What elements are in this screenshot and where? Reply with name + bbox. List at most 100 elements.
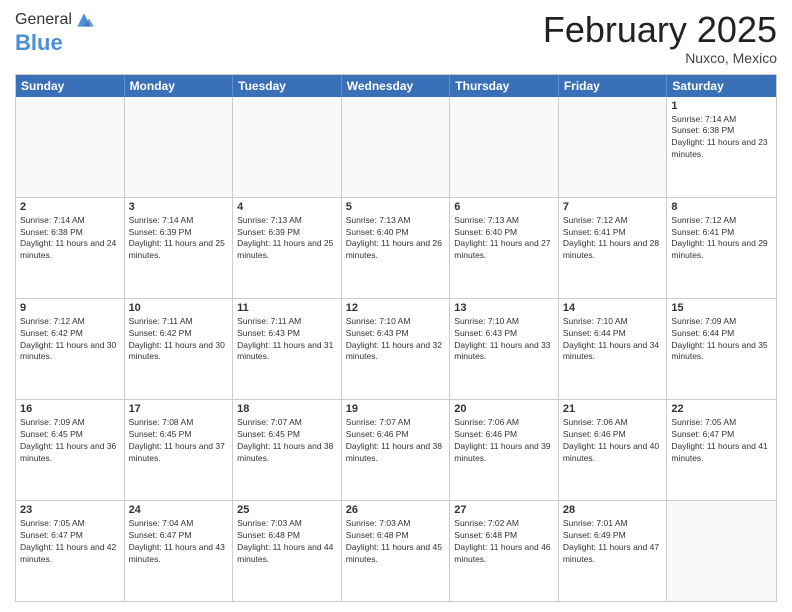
- day-number: 7: [563, 201, 663, 213]
- calendar-cell: 19Sunrise: 7:07 AM Sunset: 6:46 PM Dayli…: [342, 400, 451, 500]
- header: General Blue February 2025 Nuxco, Mexico: [15, 10, 777, 66]
- calendar-cell: 22 Sunrise: 7:05 AM Sunset: 6:47 PM Dayli…: [667, 400, 776, 500]
- day-info: Sunrise: 7:13 AM Sunset: 6:40 PM Dayligh…: [346, 215, 446, 263]
- day-info: Sunrise: 7:05 AM Sunset: 6:47 PM Dayligh…: [20, 518, 120, 566]
- calendar-cell: 2 Sunrise: 7:14 AM Sunset: 6:38 PM Daylig…: [16, 198, 125, 298]
- calendar-cell: [450, 97, 559, 197]
- calendar-cell: 25 Sunrise: 7:03 AM Sunset: 6:48 PM Dayli…: [233, 501, 342, 601]
- weekday-thursday: Thursday: [450, 75, 559, 97]
- calendar-cell: 28Sunrise: 7:01 AM Sunset: 6:49 PM Dayli…: [559, 501, 668, 601]
- day-info: Sunrise: 7:14 AM Sunset: 6:38 PM Dayligh…: [671, 114, 772, 162]
- calendar-cell: 26 Sunrise: 7:03 AM Sunset: 6:48 PM Dayli…: [342, 501, 451, 601]
- day-number: 5: [346, 201, 446, 213]
- day-number: 20: [454, 403, 554, 415]
- calendar-cell: 5 Sunrise: 7:13 AM Sunset: 6:40 PM Daylig…: [342, 198, 451, 298]
- day-number: 27: [454, 504, 554, 516]
- day-number: 24: [129, 504, 229, 516]
- day-number: 22: [671, 403, 772, 415]
- calendar-cell: 11 Sunrise: 7:11 AM Sunset: 6:43 PM Dayli…: [233, 299, 342, 399]
- calendar-row-0: 1 Sunrise: 7:14 AM Sunset: 6:38 PM Daylig…: [16, 97, 776, 197]
- calendar-row-4: 23 Sunrise: 7:05 AM Sunset: 6:47 PM Dayli…: [16, 500, 776, 601]
- day-number: 8: [671, 201, 772, 213]
- weekday-monday: Monday: [125, 75, 234, 97]
- logo: General Blue: [15, 10, 94, 56]
- logo-blue-text: Blue: [15, 30, 63, 55]
- logo-general-text: General: [15, 11, 72, 29]
- weekday-friday: Friday: [559, 75, 668, 97]
- day-info: Sunrise: 7:06 AM Sunset: 6:46 PM Dayligh…: [454, 417, 554, 465]
- calendar-cell: 17 Sunrise: 7:08 AM Sunset: 6:45 PM Dayli…: [125, 400, 234, 500]
- day-number: 4: [237, 201, 337, 213]
- day-info: Sunrise: 7:07 AM Sunset: 6:46 PM Dayligh…: [346, 417, 446, 465]
- title-block: February 2025 Nuxco, Mexico: [543, 10, 777, 66]
- day-info: Sunrise: 7:11 AM Sunset: 6:43 PM Dayligh…: [237, 316, 337, 364]
- day-info: Sunrise: 7:12 AM Sunset: 6:42 PM Dayligh…: [20, 316, 120, 364]
- calendar-cell: 12Sunrise: 7:10 AM Sunset: 6:43 PM Dayli…: [342, 299, 451, 399]
- calendar-cell: 18 Sunrise: 7:07 AM Sunset: 6:45 PM Dayli…: [233, 400, 342, 500]
- calendar-cell: 16Sunrise: 7:09 AM Sunset: 6:45 PM Dayli…: [16, 400, 125, 500]
- day-number: 26: [346, 504, 446, 516]
- day-info: Sunrise: 7:10 AM Sunset: 6:44 PM Dayligh…: [563, 316, 663, 364]
- weekday-sunday: Sunday: [16, 75, 125, 97]
- calendar-body: 1 Sunrise: 7:14 AM Sunset: 6:38 PM Daylig…: [16, 97, 776, 601]
- day-info: Sunrise: 7:13 AM Sunset: 6:40 PM Dayligh…: [454, 215, 554, 263]
- weekday-saturday: Saturday: [667, 75, 776, 97]
- day-info: Sunrise: 7:14 AM Sunset: 6:39 PM Dayligh…: [129, 215, 229, 263]
- day-info: Sunrise: 7:06 AM Sunset: 6:46 PM Dayligh…: [563, 417, 663, 465]
- day-info: Sunrise: 7:03 AM Sunset: 6:48 PM Dayligh…: [346, 518, 446, 566]
- day-number: 16: [20, 403, 120, 415]
- calendar-cell: 1 Sunrise: 7:14 AM Sunset: 6:38 PM Daylig…: [667, 97, 776, 197]
- day-number: 6: [454, 201, 554, 213]
- day-info: Sunrise: 7:07 AM Sunset: 6:45 PM Dayligh…: [237, 417, 337, 465]
- day-info: Sunrise: 7:09 AM Sunset: 6:44 PM Dayligh…: [671, 316, 772, 364]
- calendar-cell: 8 Sunrise: 7:12 AM Sunset: 6:41 PM Daylig…: [667, 198, 776, 298]
- day-info: Sunrise: 7:12 AM Sunset: 6:41 PM Dayligh…: [671, 215, 772, 263]
- calendar-cell: 21 Sunrise: 7:06 AM Sunset: 6:46 PM Dayli…: [559, 400, 668, 500]
- calendar-cell: [667, 501, 776, 601]
- calendar-cell: [559, 97, 668, 197]
- calendar-cell: 7Sunrise: 7:12 AM Sunset: 6:41 PM Daylig…: [559, 198, 668, 298]
- day-info: Sunrise: 7:08 AM Sunset: 6:45 PM Dayligh…: [129, 417, 229, 465]
- calendar-cell: 20 Sunrise: 7:06 AM Sunset: 6:46 PM Dayli…: [450, 400, 559, 500]
- calendar-cell: 27 Sunrise: 7:02 AM Sunset: 6:48 PM Dayli…: [450, 501, 559, 601]
- day-number: 21: [563, 403, 663, 415]
- day-number: 9: [20, 302, 120, 314]
- calendar-cell: 6 Sunrise: 7:13 AM Sunset: 6:40 PM Daylig…: [450, 198, 559, 298]
- day-info: Sunrise: 7:14 AM Sunset: 6:38 PM Dayligh…: [20, 215, 120, 263]
- calendar-cell: 9 Sunrise: 7:12 AM Sunset: 6:42 PM Daylig…: [16, 299, 125, 399]
- day-number: 2: [20, 201, 120, 213]
- month-year: February 2025: [543, 10, 777, 50]
- day-number: 18: [237, 403, 337, 415]
- day-number: 13: [454, 302, 554, 314]
- page: General Blue February 2025 Nuxco, Mexico…: [0, 0, 792, 612]
- location: Nuxco, Mexico: [543, 50, 777, 66]
- day-info: Sunrise: 7:02 AM Sunset: 6:48 PM Dayligh…: [454, 518, 554, 566]
- calendar-cell: 3Sunrise: 7:14 AM Sunset: 6:39 PM Daylig…: [125, 198, 234, 298]
- day-number: 1: [671, 100, 772, 112]
- calendar-cell: 10Sunrise: 7:11 AM Sunset: 6:42 PM Dayli…: [125, 299, 234, 399]
- day-info: Sunrise: 7:10 AM Sunset: 6:43 PM Dayligh…: [346, 316, 446, 364]
- weekday-wednesday: Wednesday: [342, 75, 451, 97]
- calendar-cell: [125, 97, 234, 197]
- calendar-row-2: 9 Sunrise: 7:12 AM Sunset: 6:42 PM Daylig…: [16, 298, 776, 399]
- calendar-cell: [342, 97, 451, 197]
- day-info: Sunrise: 7:05 AM Sunset: 6:47 PM Dayligh…: [671, 417, 772, 465]
- calendar-cell: 15 Sunrise: 7:09 AM Sunset: 6:44 PM Dayli…: [667, 299, 776, 399]
- day-number: 14: [563, 302, 663, 314]
- calendar-cell: 4 Sunrise: 7:13 AM Sunset: 6:39 PM Daylig…: [233, 198, 342, 298]
- day-number: 11: [237, 302, 337, 314]
- day-number: 15: [671, 302, 772, 314]
- logo-icon: [74, 10, 94, 30]
- day-number: 17: [129, 403, 229, 415]
- calendar-row-3: 16Sunrise: 7:09 AM Sunset: 6:45 PM Dayli…: [16, 399, 776, 500]
- calendar-cell: [233, 97, 342, 197]
- day-number: 23: [20, 504, 120, 516]
- day-number: 25: [237, 504, 337, 516]
- day-info: Sunrise: 7:04 AM Sunset: 6:47 PM Dayligh…: [129, 518, 229, 566]
- day-info: Sunrise: 7:13 AM Sunset: 6:39 PM Dayligh…: [237, 215, 337, 263]
- calendar: Sunday Monday Tuesday Wednesday Thursday…: [15, 74, 777, 602]
- calendar-cell: 23 Sunrise: 7:05 AM Sunset: 6:47 PM Dayli…: [16, 501, 125, 601]
- day-info: Sunrise: 7:01 AM Sunset: 6:49 PM Dayligh…: [563, 518, 663, 566]
- calendar-cell: 24 Sunrise: 7:04 AM Sunset: 6:47 PM Dayli…: [125, 501, 234, 601]
- day-info: Sunrise: 7:03 AM Sunset: 6:48 PM Dayligh…: [237, 518, 337, 566]
